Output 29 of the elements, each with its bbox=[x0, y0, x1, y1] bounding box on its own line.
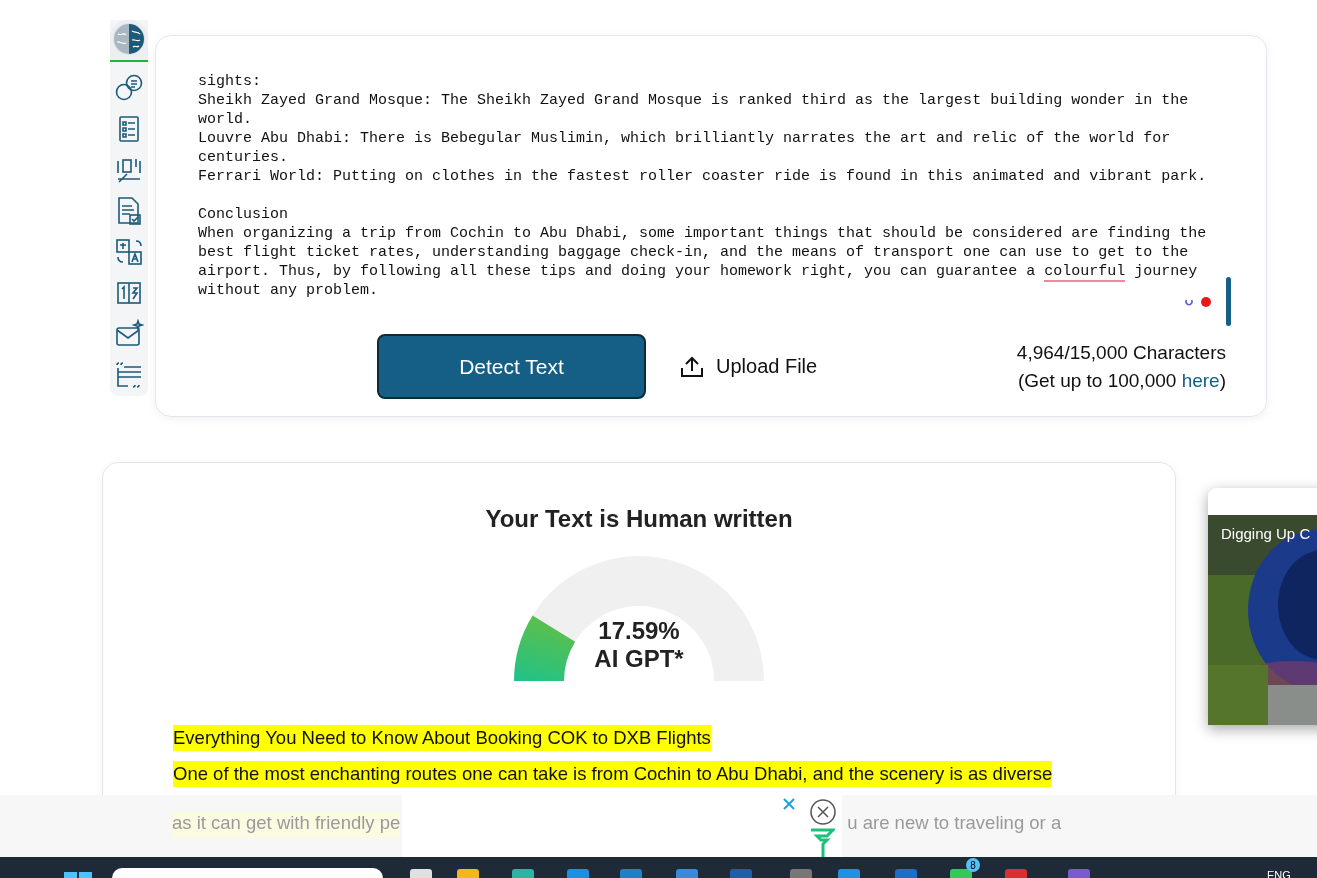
character-count: 4,964/15,000 Characters bbox=[1016, 341, 1226, 364]
status-dot-icon bbox=[1201, 297, 1211, 307]
highlighted-text: One of the most enchanting routes one can take is from Cochin to Abu Dhabi, and the scenery is as diverse bbox=[173, 761, 1053, 787]
highlighted-text: Everything You Need to Know About Booking COK to DXB Flights bbox=[173, 725, 711, 751]
gauge-label: AI GPT* bbox=[594, 645, 684, 673]
upload-file-button[interactable]: Upload File bbox=[680, 355, 818, 378]
editor-paragraph: Conclusion bbox=[198, 205, 289, 224]
video-title: Digging Up C bbox=[1221, 525, 1311, 542]
faded-text: as it can get with friendly pe bbox=[172, 812, 401, 838]
video-player[interactable]: Digging Up C bbox=[1208, 488, 1317, 725]
editor-paragraph: Ferrari World: Putting on clothes in the fastest roller coaster ride is found in this animated and vibrant park. bbox=[198, 167, 1208, 186]
scrollbar-thumb[interactable] bbox=[1226, 277, 1231, 326]
close-icon[interactable] bbox=[810, 799, 837, 825]
faded-text: u are new to traveling or a bbox=[847, 812, 1062, 835]
spinner-icon bbox=[1185, 297, 1193, 307]
result-title: Your Text is Human written bbox=[485, 505, 793, 533]
upgrade-note: (Get up to 100,000 here) bbox=[1017, 369, 1226, 392]
here-link[interactable]: here bbox=[1181, 369, 1220, 391]
editor-paragraph: Louvre Abu Dhabi: There is Bebegular Muslimin, which brilliantly narrates the art and relic of the world for centuries. bbox=[198, 129, 1172, 167]
windows-icon[interactable] bbox=[64, 872, 92, 878]
editor-paragraph: sights: bbox=[198, 72, 262, 91]
editor-paragraph: When organizing a trip from Cochin to Abu Dhabi, some important things that should be considered are finding the best flight ticket rates, understanding baggage check-in, and the means of transport one can use to get to the airport. Thus, by following all these tips and doing your homework right, you can guarantee a colourful journey without any problem. bbox=[198, 224, 1208, 300]
editor-paragraph: Sheikh Zayed Grand Mosque: The Sheikh Zayed Grand Mosque is ranked third as the largest building wonder in the world. bbox=[198, 91, 1190, 129]
upload-icon bbox=[680, 355, 704, 378]
sidebar-item[interactable] bbox=[110, 20, 148, 62]
notification-badge: 8 bbox=[966, 858, 980, 872]
brain-icon bbox=[112, 22, 146, 56]
ai-percentage: 17.59% bbox=[598, 617, 680, 645]
detect-text-button[interactable]: Detect Text bbox=[377, 334, 646, 399]
